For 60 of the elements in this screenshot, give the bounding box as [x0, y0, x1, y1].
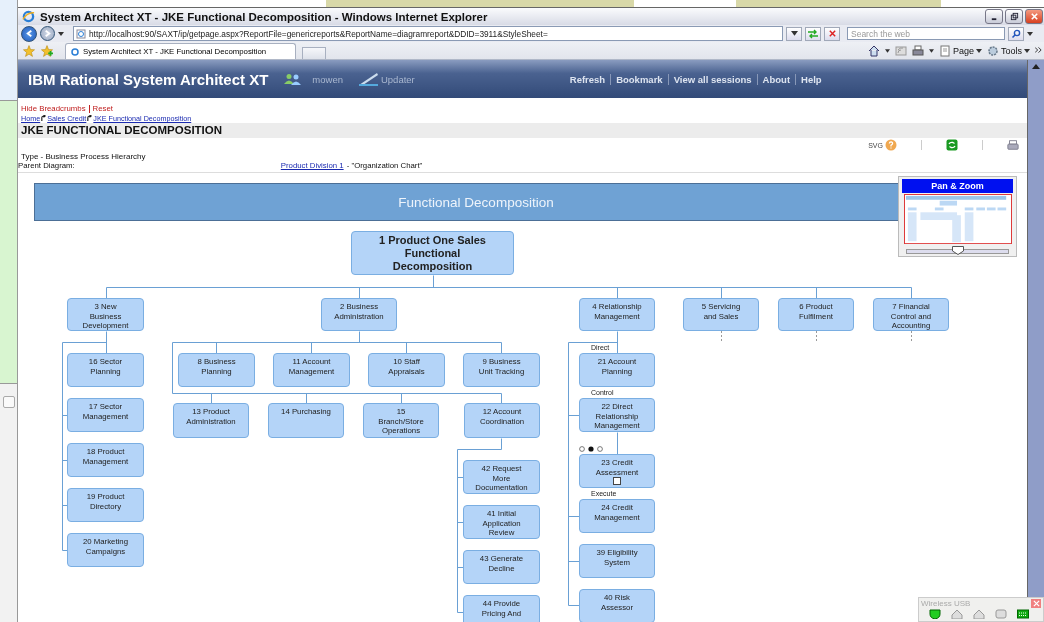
restore-button[interactable] — [1005, 9, 1023, 24]
curved-arrow-icon — [41, 115, 47, 122]
favorites-star-icon[interactable] — [23, 44, 35, 57]
zoom-slider[interactable] — [906, 249, 1009, 254]
panel-title: Pan & Zoom — [902, 179, 1013, 193]
browser-logo-icon — [22, 10, 35, 23]
address-field[interactable]: http://localhost:90/SAXT/ip/getpage.aspx?ReportFile=genericreports&ReportName=diagramreport&DDID=3911&StyleSheet= — [73, 26, 783, 41]
updater-link[interactable]: Updater — [380, 73, 415, 85]
back-button[interactable] — [21, 25, 37, 42]
nav-link[interactable]: About — [756, 73, 796, 85]
app-title: IBM Rational System Architect XT — [28, 70, 269, 88]
printer-icon[interactable] — [1007, 139, 1019, 151]
nav-link[interactable]: View all sessions — [667, 73, 757, 85]
pen-icon — [356, 72, 379, 86]
caret-icon[interactable] — [790, 31, 798, 36]
caret-icon[interactable] — [928, 48, 934, 53]
printer-icon[interactable] — [911, 44, 924, 57]
close-button[interactable] — [1025, 9, 1043, 24]
curved-arrow-icon — [87, 115, 93, 122]
page-icon — [76, 28, 86, 39]
tools-menu-button[interactable]: Tools — [987, 44, 1030, 57]
shield-icon[interactable] — [929, 609, 941, 619]
nav-link[interactable]: Refresh — [569, 73, 611, 85]
dashed-connector-line — [911, 330, 912, 344]
nav-link[interactable]: Help — [795, 73, 827, 85]
minimize-button[interactable] — [985, 9, 1003, 24]
sync-icon[interactable] — [946, 139, 958, 151]
caret-icon[interactable] — [884, 48, 890, 53]
search-field[interactable]: Search the web — [847, 27, 1005, 40]
browser-logo-icon — [70, 46, 80, 57]
page-icon[interactable] — [938, 44, 951, 57]
radio-dots-icon — [579, 446, 605, 452]
caret-icon[interactable] — [58, 31, 64, 36]
page-menu-button[interactable]: Page — [938, 44, 982, 57]
dashed-connector-line — [816, 330, 817, 344]
caret-icon[interactable] — [1027, 31, 1033, 36]
keyboard-icon[interactable] — [1017, 609, 1029, 619]
chevron-icon[interactable] — [1035, 46, 1042, 53]
decomposition-icon[interactable] — [613, 477, 621, 485]
caret-icon[interactable] — [976, 48, 982, 53]
page-title: JKE FUNCTIONAL DECOMPOSITION — [18, 123, 1027, 138]
diagram-overview-drawing[interactable] — [902, 194, 1014, 245]
house-icon[interactable] — [973, 609, 985, 619]
home-icon[interactable] — [867, 44, 880, 57]
house-icon[interactable] — [951, 609, 963, 619]
diagram-type-text: Type - Business Process Hierarchy — [20, 152, 147, 161]
process-node[interactable]: 1 Product One Sales Functional Decomposition — [351, 231, 514, 275]
window-title: System Architect XT - JKE Functional Decomposition - Windows Internet Explorer — [40, 10, 488, 23]
scroll-up-arrow-icon[interactable] — [1032, 64, 1040, 69]
users-icon — [284, 73, 303, 85]
user-name: mowen — [312, 73, 343, 85]
add-favorite-star-icon[interactable] — [41, 44, 53, 57]
dashed-connector-line — [721, 330, 722, 344]
caret-icon[interactable] — [1024, 48, 1030, 53]
panel-title: Wireless USB — [921, 599, 971, 608]
dropdown-button[interactable] — [786, 26, 802, 41]
restore-icon[interactable] — [1009, 12, 1019, 21]
gear-icon[interactable] — [987, 44, 999, 57]
close-icon[interactable] — [1029, 12, 1039, 21]
nav-link[interactable]: Bookmark — [610, 73, 668, 85]
